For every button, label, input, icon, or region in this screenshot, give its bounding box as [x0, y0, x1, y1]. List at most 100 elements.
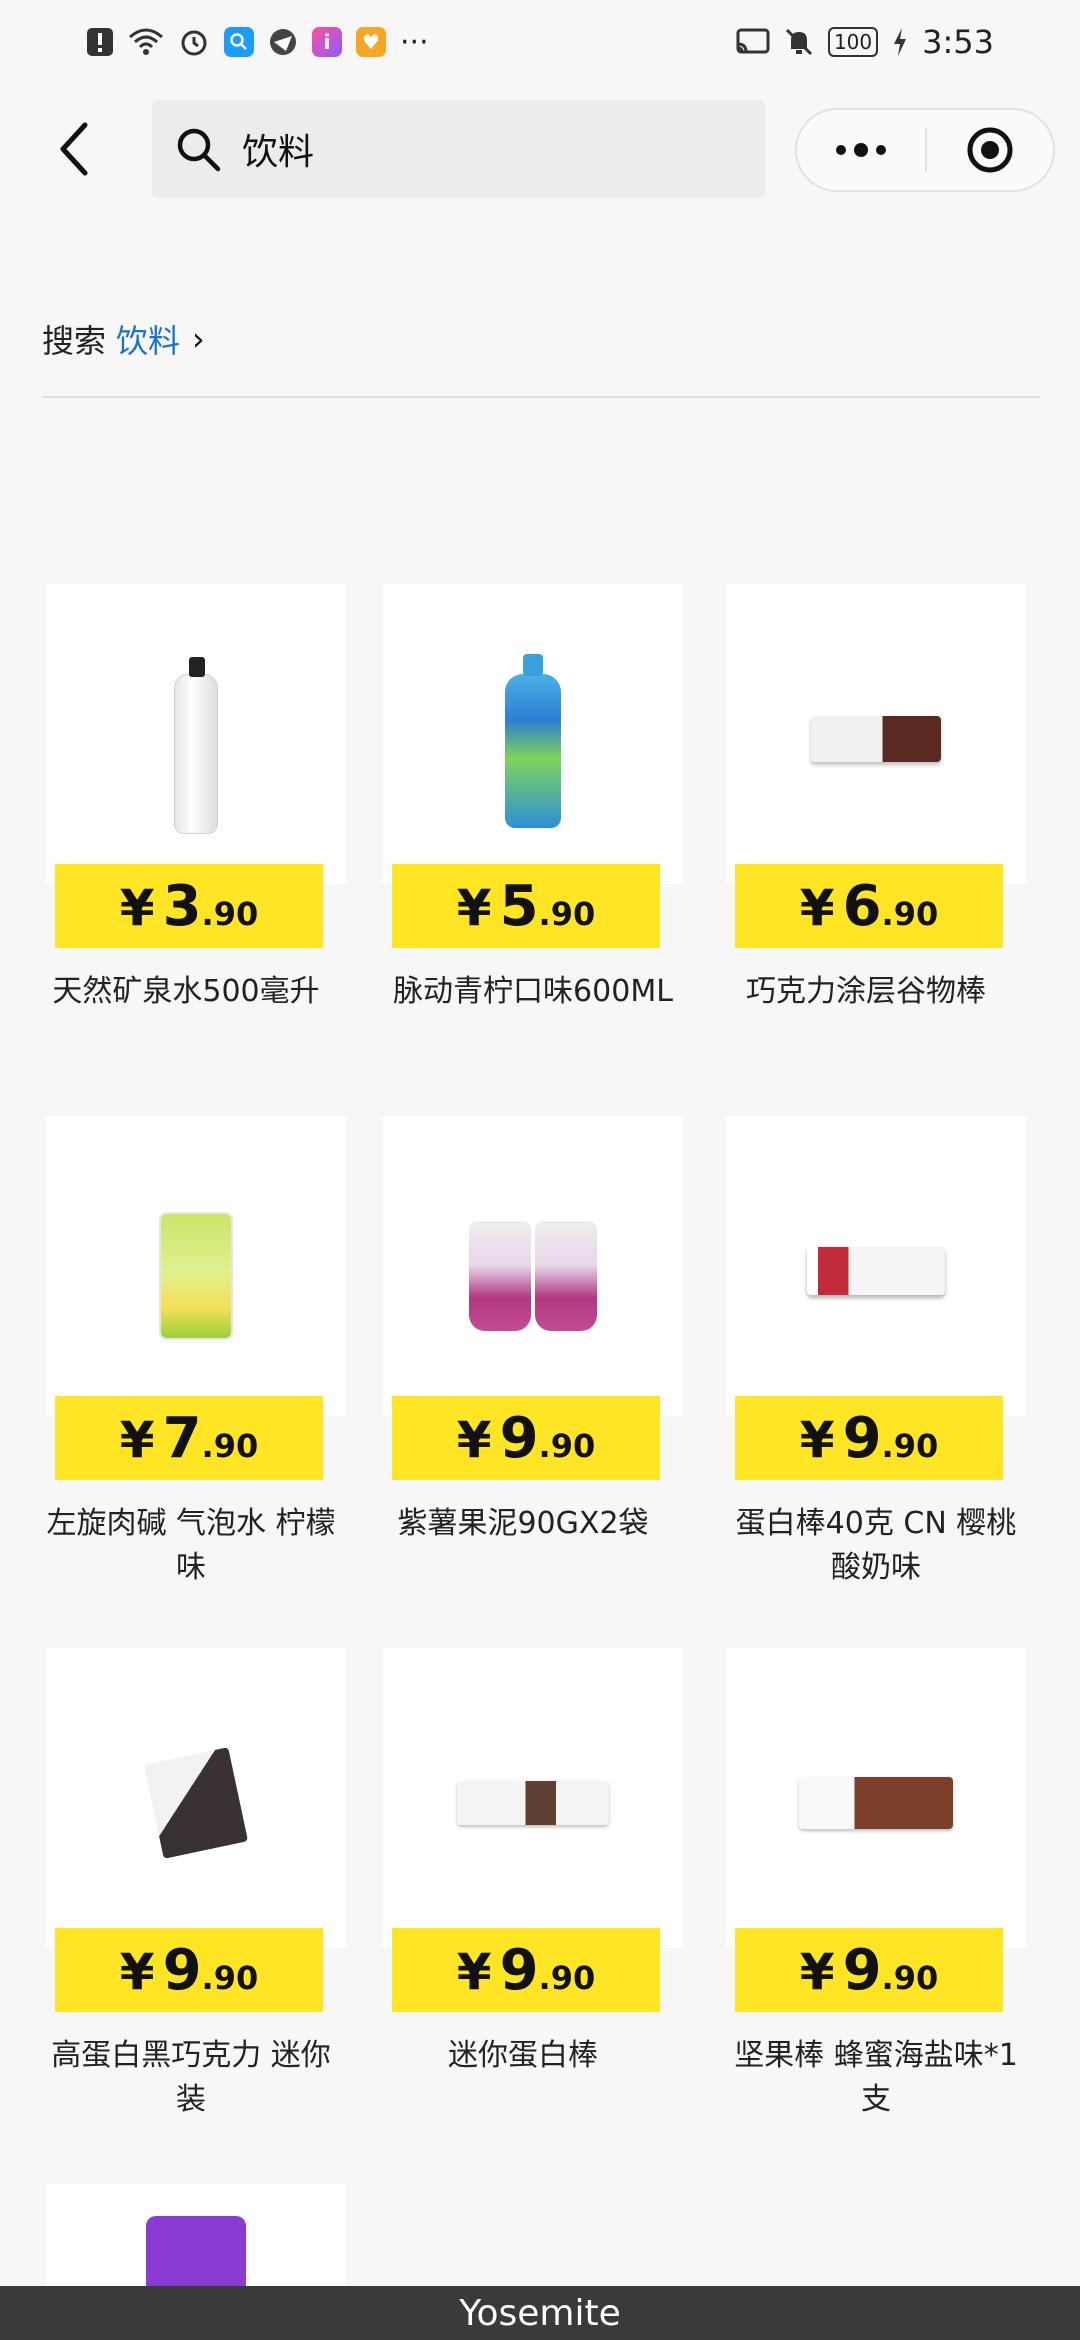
product-name[interactable]: 左旋肉碱 气泡水 柠檬味	[46, 1502, 336, 1590]
price-decimal: .90	[881, 895, 939, 933]
price-tag: ¥7.90	[55, 1396, 323, 1480]
price-decimal: .90	[201, 895, 259, 933]
clock: 3:53	[922, 23, 994, 61]
price-currency: ¥	[456, 879, 492, 937]
product-image[interactable]	[46, 584, 346, 884]
product-name[interactable]: 天然矿泉水500毫升	[36, 970, 336, 1014]
product-card[interactable]: ¥3.90 天然矿泉水500毫升	[46, 584, 346, 1064]
product-name[interactable]: 紫薯果泥90GX2袋	[373, 1502, 673, 1546]
price-currency: ¥	[456, 1943, 492, 2001]
product-image[interactable]	[383, 1116, 683, 1416]
product-card[interactable]	[46, 2184, 346, 2286]
price-decimal: .90	[538, 895, 596, 933]
price-tag: ¥9.90	[392, 1396, 660, 1480]
header	[0, 84, 1080, 214]
app-heart-icon: ♥	[356, 27, 386, 57]
product-image[interactable]	[46, 2184, 346, 2286]
product-name[interactable]: 迷你蛋白棒	[373, 2034, 673, 2078]
back-button[interactable]	[40, 114, 110, 184]
search-input[interactable]	[240, 127, 660, 171]
search-box[interactable]	[152, 100, 765, 198]
price-currency: ¥	[799, 1943, 835, 2001]
price-integer: 9	[499, 1938, 539, 2003]
cast-icon	[736, 28, 770, 56]
alert-icon	[86, 27, 114, 57]
price-decimal: .90	[201, 1427, 259, 1465]
price-integer: 6	[842, 874, 882, 939]
price-integer: 7	[162, 1406, 202, 1471]
bottom-device-label: Yosemite	[0, 2286, 1080, 2340]
product-card[interactable]: ¥6.90 巧克力涂层谷物棒	[726, 584, 1026, 1064]
price-currency: ¥	[119, 1411, 155, 1469]
price-integer: 3	[162, 874, 202, 939]
breadcrumb: 搜索 饮料 ›	[42, 314, 205, 364]
product-image[interactable]	[46, 1648, 346, 1948]
price-tag: ¥3.90	[55, 864, 323, 948]
product-name[interactable]: 高蛋白黑巧克力 迷你装	[46, 2034, 336, 2122]
nut-bar-image	[799, 1777, 953, 1829]
purple-product-image	[146, 2216, 246, 2286]
product-card[interactable]: ¥9.90 高蛋白黑巧克力 迷你装	[46, 1648, 346, 2128]
status-right-icons: 100 3:53	[736, 23, 994, 61]
divider	[42, 396, 1040, 398]
price-tag: ¥5.90	[392, 864, 660, 948]
product-card[interactable]: ¥9.90 坚果棒 蜂蜜海盐味*1支	[726, 1648, 1026, 2128]
puree-pouch-image	[469, 1221, 597, 1331]
sparkling-can-image	[159, 1212, 233, 1340]
product-card[interactable]: ¥9.90 迷你蛋白棒	[383, 1648, 683, 2128]
more-options-button[interactable]	[797, 110, 925, 190]
product-name[interactable]: 坚果棒 蜂蜜海盐味*1支	[726, 2034, 1026, 2122]
more-dots-icon	[836, 143, 886, 157]
price-tag: ¥9.90	[735, 1396, 1003, 1480]
price-integer: 9	[842, 1406, 882, 1471]
price-decimal: .90	[538, 1959, 596, 1997]
price-currency: ¥	[799, 1411, 835, 1469]
product-image[interactable]	[726, 584, 1026, 884]
back-arrow-icon	[60, 122, 88, 176]
charging-icon	[892, 27, 908, 57]
water-bottle-image	[174, 657, 218, 834]
browser-icon	[268, 27, 298, 57]
product-name[interactable]: 脉动青柠口味600ML	[393, 970, 673, 1014]
price-currency: ¥	[119, 879, 155, 937]
price-tag: ¥9.90	[392, 1928, 660, 2012]
target-close-icon	[967, 127, 1013, 173]
chevron-right-icon: ›	[192, 320, 205, 358]
mute-bell-icon	[784, 27, 814, 57]
alarm-icon	[178, 26, 210, 58]
price-tag: ¥6.90	[735, 864, 1003, 948]
status-left-icons: i ♥ ···	[86, 25, 429, 60]
price-integer: 9	[499, 1406, 539, 1471]
product-card[interactable]: ¥9.90 蛋白棒40克 CN 樱桃酸奶味	[726, 1116, 1026, 1596]
status-bar: i ♥ ··· 100 3:53	[0, 0, 1080, 84]
product-image[interactable]	[726, 1116, 1026, 1416]
more-icon: ···	[400, 24, 429, 60]
price-decimal: .90	[881, 1959, 939, 1997]
app-i-icon: i	[312, 27, 342, 57]
price-currency: ¥	[119, 1943, 155, 2001]
sports-drink-image	[505, 654, 561, 828]
battery-indicator: 100	[827, 27, 879, 57]
product-name[interactable]: 巧克力涂层谷物棒	[716, 970, 1016, 1014]
price-currency: ¥	[456, 1411, 492, 1469]
price-tag: ¥9.90	[735, 1928, 1003, 2012]
mini-protein-bar-image	[457, 1781, 609, 1825]
price-integer: 9	[162, 1938, 202, 2003]
mini-program-capsule	[795, 108, 1055, 192]
product-image[interactable]	[46, 1116, 346, 1416]
product-card[interactable]: ¥9.90 紫薯果泥90GX2袋	[383, 1116, 683, 1596]
product-name[interactable]: 蛋白棒40克 CN 樱桃酸奶味	[726, 1502, 1026, 1590]
price-integer: 5	[499, 874, 539, 939]
product-image[interactable]	[383, 1648, 683, 1948]
product-image[interactable]	[383, 584, 683, 884]
search-icon	[177, 128, 221, 172]
price-decimal: .90	[538, 1427, 596, 1465]
price-integer: 9	[842, 1938, 882, 2003]
product-card[interactable]: ¥5.90 脉动青柠口味600ML	[383, 584, 683, 1064]
price-decimal: .90	[881, 1427, 939, 1465]
price-currency: ¥	[799, 879, 835, 937]
close-program-button[interactable]	[927, 110, 1053, 190]
breadcrumb-term-link[interactable]: 饮料	[116, 316, 180, 362]
product-image[interactable]	[726, 1648, 1026, 1948]
product-card[interactable]: ¥7.90 左旋肉碱 气泡水 柠檬味	[46, 1116, 346, 1596]
